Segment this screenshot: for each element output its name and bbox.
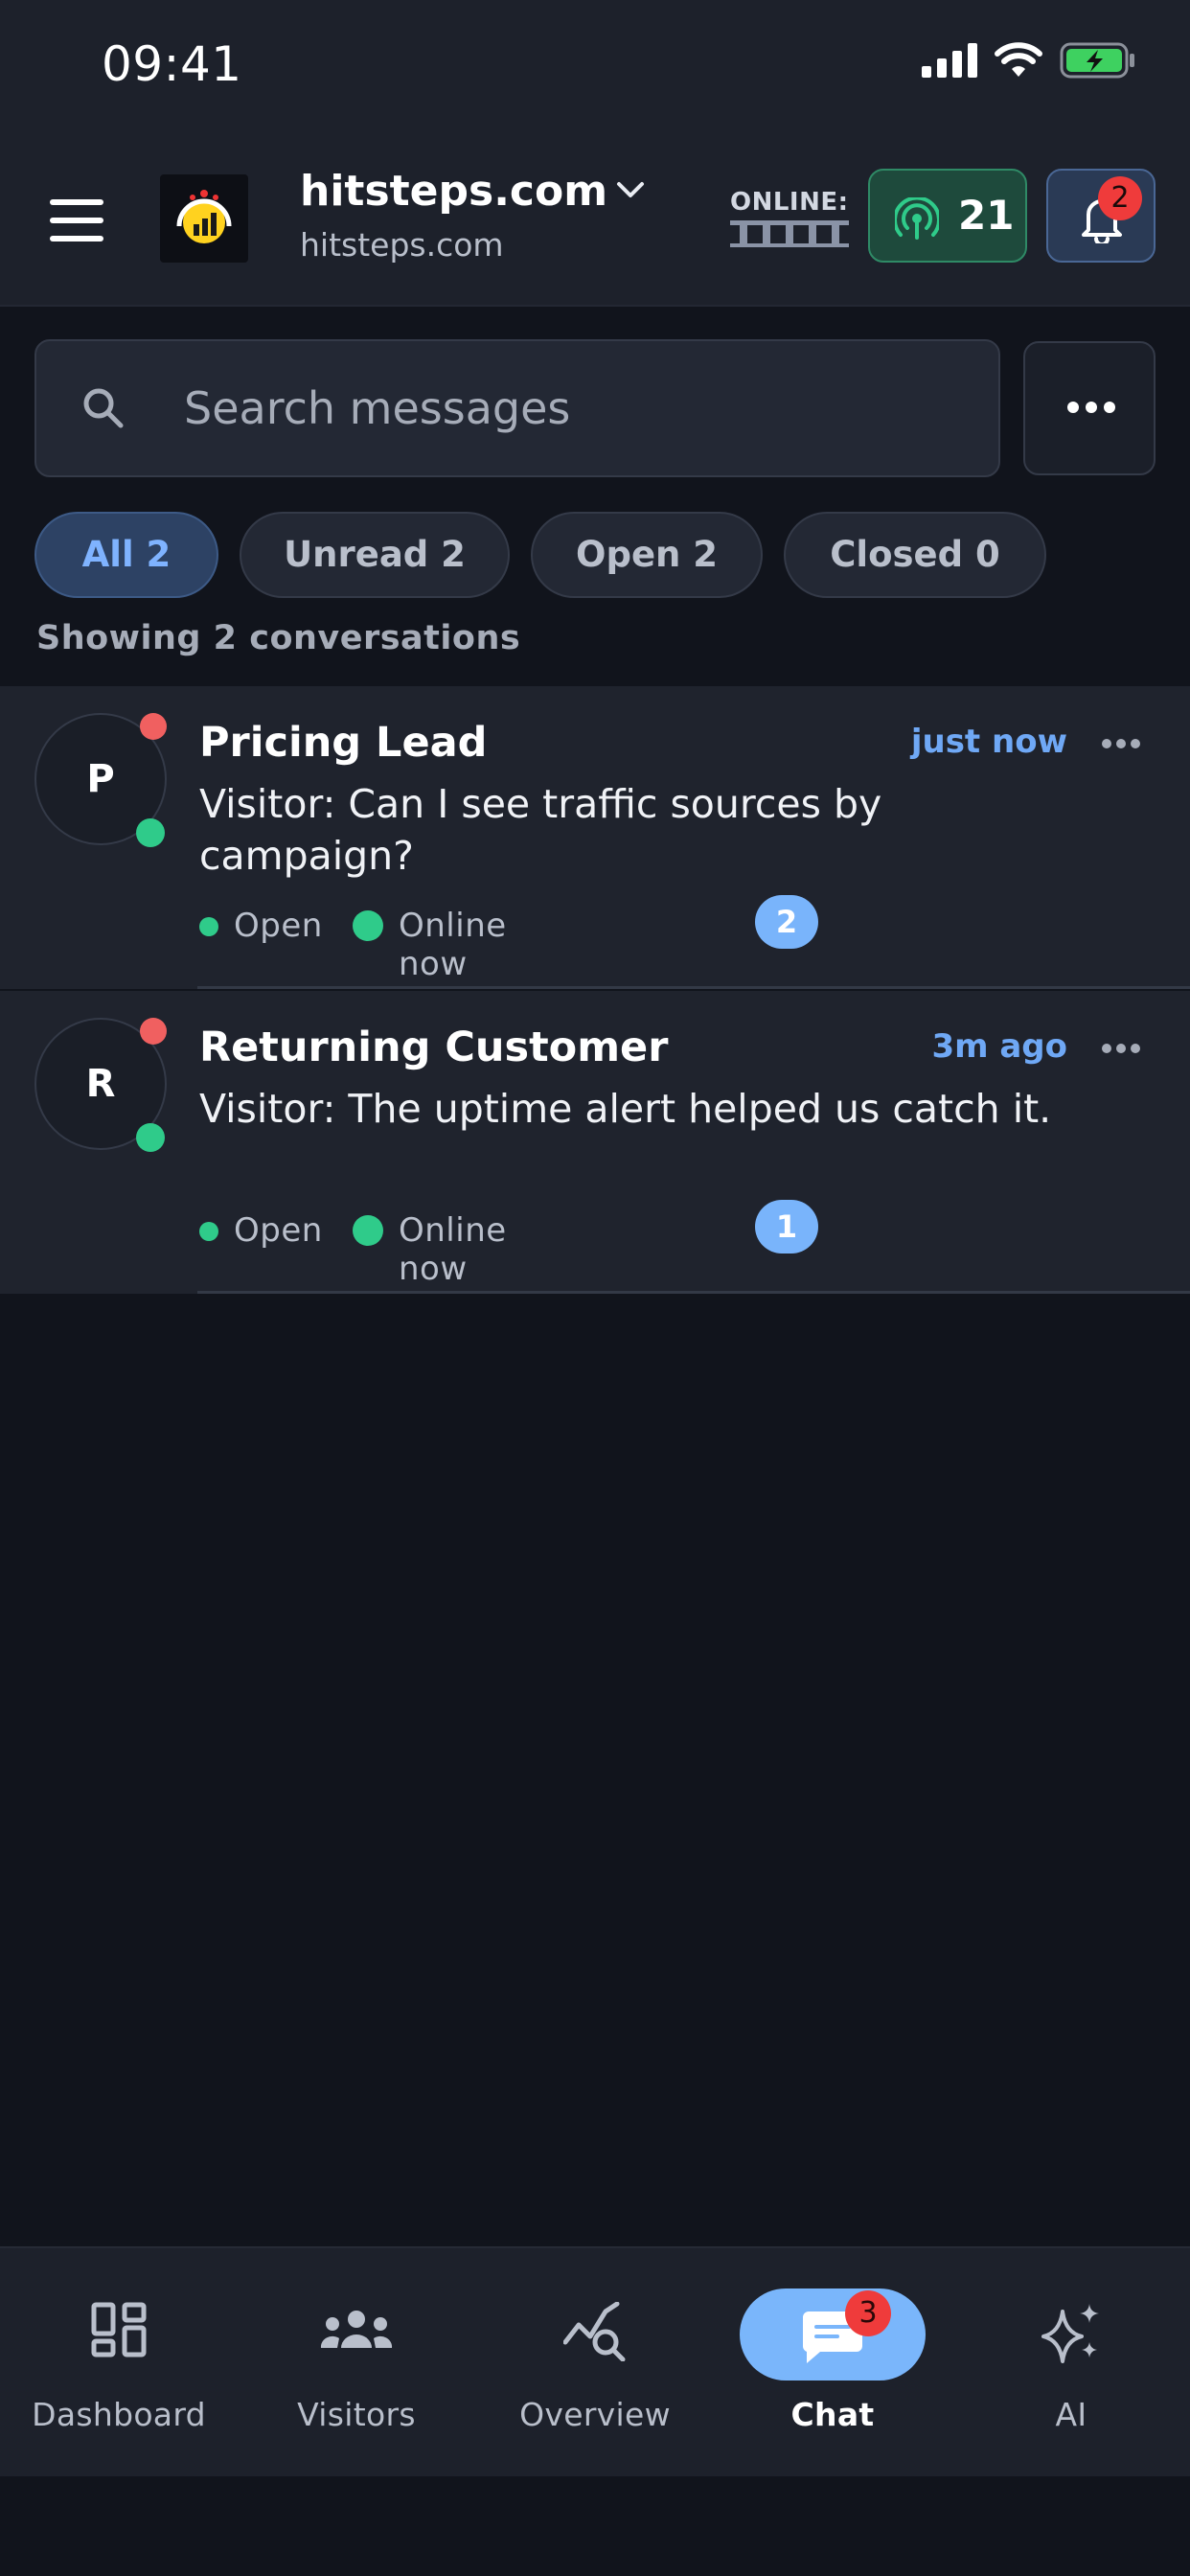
broadcast-icon [895, 197, 939, 240]
notifications-button[interactable]: 2 [1046, 169, 1156, 263]
notification-badge: 2 [1098, 176, 1142, 220]
site-logo [160, 174, 248, 263]
status-dot [199, 1222, 218, 1241]
site-domain: hitsteps.com [300, 226, 504, 264]
unread-count-badge: 2 [755, 895, 818, 949]
logo-gauge-icon [176, 190, 232, 243]
status-bar: 09:41 [0, 0, 1190, 134]
online-dot [136, 1123, 165, 1152]
more-horizontal-icon [1067, 402, 1115, 413]
filter-chip-open[interactable]: Open 2 [531, 512, 763, 598]
online-dot [136, 818, 165, 847]
nav-item-ai[interactable]: AI [966, 2248, 1177, 2478]
menu-button[interactable] [50, 199, 107, 242]
live-visitors-button[interactable]: 21 [868, 169, 1027, 263]
nav-label: AI [1055, 2396, 1087, 2433]
presence-dot [353, 1215, 383, 1246]
search-box[interactable] [34, 339, 1000, 477]
unread-count-badge: 1 [755, 1200, 818, 1254]
conversation-item[interactable]: R Returning Customer 3m ago Visitor: The… [0, 991, 1190, 1294]
overview-icon [563, 2302, 626, 2361]
nav-item-chat[interactable]: 3 Chat [727, 2248, 938, 2478]
filter-chip-unread[interactable]: Unread 2 [240, 512, 510, 598]
more-horizontal-icon[interactable] [1102, 738, 1140, 749]
visitors-icon [320, 2311, 393, 2348]
search-icon [83, 388, 124, 428]
status-icons [922, 42, 1136, 79]
conversation-preview: Visitor: Can I see traffic sources by ca… [199, 781, 882, 879]
unread-dot [140, 1018, 167, 1045]
sparkles-icon [1041, 2304, 1099, 2363]
dashboard-icon [91, 2302, 147, 2358]
chat-active-pill: 3 [740, 2288, 926, 2380]
chat-screen: 09:41 hitsteps.com hitsteps.com ONLINE: … [0, 0, 1190, 2576]
nav-label: Dashboard [32, 2396, 206, 2433]
conversation-item[interactable]: P Pricing Lead just now Visitor: Can I s… [0, 686, 1190, 989]
unread-dot [140, 713, 167, 740]
online-sparkline-icon [730, 220, 849, 247]
presence-label: Online now [399, 907, 507, 983]
wifi-icon [995, 42, 1042, 77]
more-horizontal-icon[interactable] [1102, 1043, 1140, 1054]
status-dot [199, 917, 218, 936]
nav-label: Chat [790, 2396, 875, 2433]
more-options-button[interactable] [1023, 341, 1156, 475]
conversation-time: just now [910, 723, 1067, 761]
status-time: 09:41 [102, 36, 242, 92]
app-header: hitsteps.com hitsteps.com ONLINE: 21 2 [0, 134, 1190, 307]
conversation-time: 3m ago [931, 1027, 1067, 1066]
presence-label: Online now [399, 1211, 507, 1288]
live-visitor-count: 21 [958, 192, 1015, 239]
cellular-signal-icon [922, 43, 977, 78]
divider [197, 1291, 1190, 1294]
nav-item-dashboard[interactable]: Dashboard [13, 2248, 224, 2478]
online-indicator: ONLINE: [730, 188, 849, 249]
conversation-name: Pricing Lead [199, 719, 488, 767]
online-label: ONLINE: [730, 188, 849, 217]
search-input[interactable] [184, 378, 970, 439]
conversation-preview: Visitor: The uptime alert helped us catc… [199, 1086, 1052, 1132]
home-indicator-area [0, 2476, 1190, 2576]
conversation-count: Showing 2 conversations [36, 619, 521, 657]
nav-label: Overview [519, 2396, 671, 2433]
site-name[interactable]: hitsteps.com [300, 167, 607, 216]
filter-chip-all[interactable]: All 2 [34, 512, 218, 598]
presence-dot [353, 910, 383, 941]
bottom-navigation: Dashboard Visitors Overview 3 Chat AI [0, 2246, 1190, 2476]
filter-chip-closed[interactable]: Closed 0 [784, 512, 1046, 598]
chevron-down-icon[interactable] [613, 178, 648, 201]
nav-item-overview[interactable]: Overview [490, 2248, 700, 2478]
status-label: Open [234, 1211, 323, 1250]
chat-badge: 3 [845, 2290, 891, 2336]
nav-item-visitors[interactable]: Visitors [251, 2248, 462, 2478]
conversation-name: Returning Customer [199, 1024, 669, 1071]
status-label: Open [234, 907, 323, 945]
nav-label: Visitors [297, 2396, 416, 2433]
divider [197, 986, 1190, 989]
battery-charging-icon [1060, 42, 1134, 79]
